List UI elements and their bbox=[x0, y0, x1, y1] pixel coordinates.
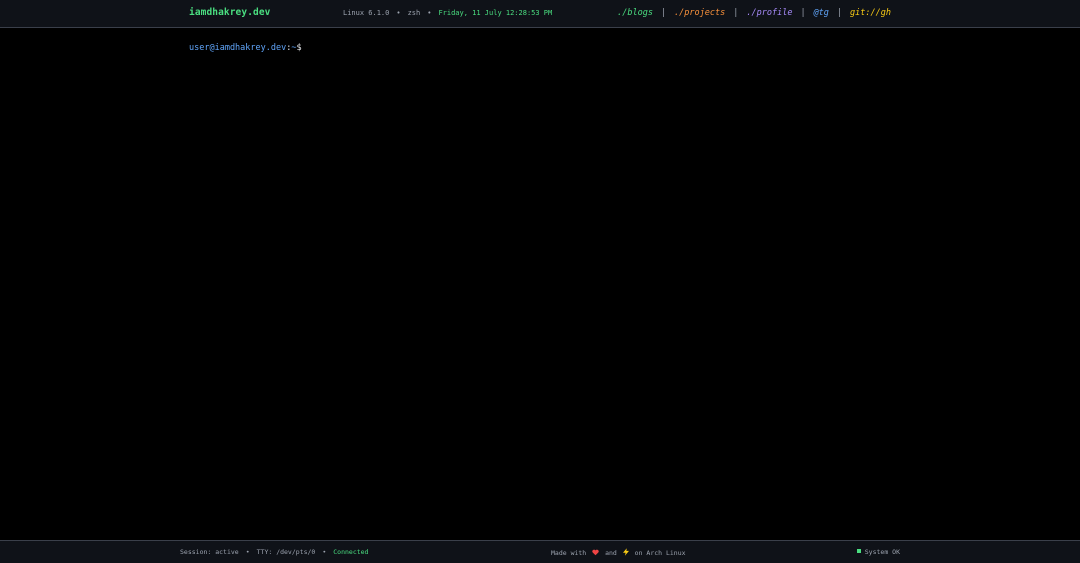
separator: • bbox=[396, 9, 401, 17]
heart-icon bbox=[592, 549, 599, 556]
nav-divider: | bbox=[733, 8, 739, 18]
tty-info: TTY: /dev/pts/0 bbox=[256, 548, 316, 556]
site-brand-link[interactable]: iamdhakrey.dev bbox=[189, 7, 270, 18]
nav-link-blogs[interactable]: ./blogs bbox=[617, 8, 653, 18]
nav-link-telegram[interactable]: @tg bbox=[814, 8, 829, 18]
made-with-text: Made with bbox=[551, 549, 587, 557]
bolt-icon bbox=[622, 548, 629, 556]
separator: • bbox=[427, 9, 432, 17]
os-text: on Arch Linux bbox=[634, 549, 686, 557]
nav-link-projects[interactable]: ./projects bbox=[674, 8, 725, 18]
terminal-prompt: user@iamdhakrey.dev:~$ bbox=[189, 43, 302, 53]
system-status: System OK bbox=[856, 548, 900, 556]
status-indicator-icon bbox=[856, 549, 861, 553]
and-text: and bbox=[605, 549, 617, 557]
separator: • bbox=[245, 548, 250, 556]
command-input[interactable] bbox=[305, 43, 906, 53]
nav-link-profile[interactable]: ./profile bbox=[746, 8, 792, 18]
shell-name: zsh bbox=[407, 9, 421, 17]
session-info: Session: active • TTY: /dev/pts/0 • Connecte… bbox=[180, 548, 368, 556]
nav-divider: | bbox=[836, 8, 843, 18]
kernel-version: Linux 6.1.0 bbox=[343, 9, 390, 17]
datetime: Friday, 11 July 12:28:53 PM bbox=[438, 9, 553, 17]
nav-divider: | bbox=[800, 8, 806, 18]
terminal-area[interactable]: user@iamdhakrey.dev:~$ bbox=[189, 43, 906, 53]
nav-link-github[interactable]: git://gh bbox=[850, 8, 891, 18]
prompt-symbol: $ bbox=[296, 43, 302, 53]
nav-links: ./blogs | ./projects | ./profile | @tg | git://g… bbox=[617, 8, 891, 18]
made-with-credit: Made with and on Arch Linux bbox=[551, 548, 686, 557]
separator: • bbox=[322, 548, 327, 556]
top-bar: iamdhakrey.dev Linux 6.1.0 • zsh • Friday, 1… bbox=[0, 0, 1080, 28]
status-footer: Session: active • TTY: /dev/pts/0 • Connecte… bbox=[0, 540, 1080, 563]
session-status: Session: active bbox=[180, 548, 239, 556]
nav-divider: | bbox=[660, 8, 667, 18]
connection-status: Connected bbox=[333, 548, 369, 556]
page: iamdhakrey.dev Linux 6.1.0 • zsh • Friday, 1… bbox=[0, 0, 1080, 563]
system-info: Linux 6.1.0 • zsh • Friday, 11 July 12:28:53… bbox=[343, 9, 552, 17]
prompt-user-host: user@iamdhakrey.dev bbox=[189, 43, 287, 53]
system-status-text: System OK bbox=[864, 548, 900, 556]
